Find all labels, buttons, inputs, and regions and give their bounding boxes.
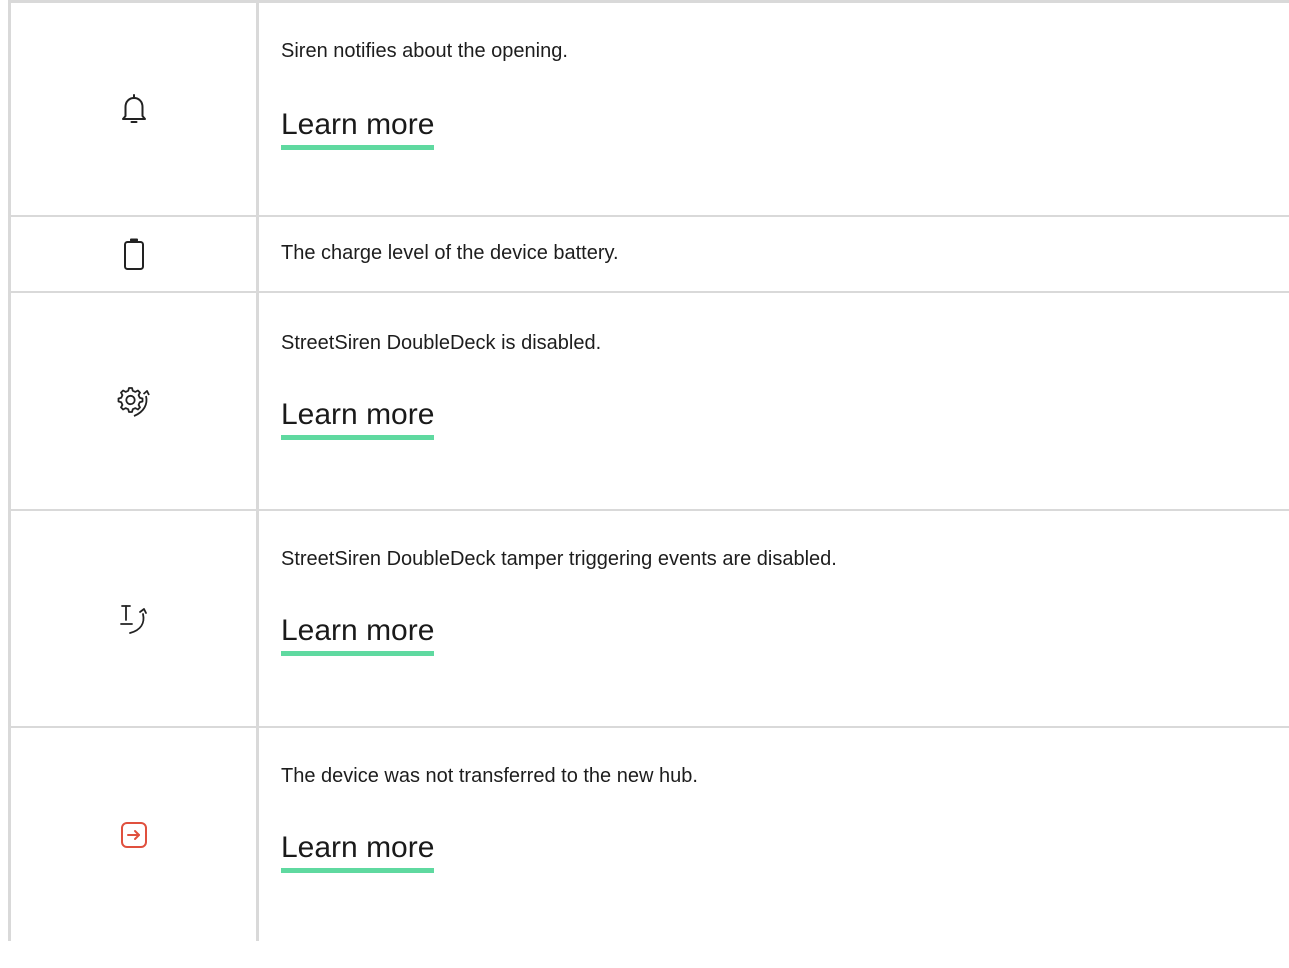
row-description: StreetSiren DoubleDeck tamper triggering… [281, 548, 837, 570]
tamper-disabled-icon [116, 602, 152, 636]
icon-cell [11, 217, 256, 291]
transfer-failed-icon [120, 821, 148, 849]
table-row-battery: The charge level of the device battery. [11, 217, 1289, 293]
learn-more-link[interactable]: Learn more [281, 830, 435, 873]
icon-cell [11, 293, 256, 509]
icon-cell [11, 728, 256, 942]
row-description: The charge level of the device battery. [281, 242, 619, 264]
learn-more-link[interactable]: Learn more [281, 107, 435, 150]
battery-icon [123, 237, 145, 271]
text-cell: The charge level of the device battery. [281, 239, 1288, 267]
table-row-transfer-failed: The device was not transferred to the ne… [11, 728, 1289, 968]
bell-icon [121, 93, 147, 125]
row-description: Siren notifies about the opening. [281, 40, 568, 62]
row-description: StreetSiren DoubleDeck is disabled. [281, 332, 602, 354]
icon-cell [11, 511, 256, 726]
device-disabled-gear-icon [116, 384, 152, 418]
icon-cell [11, 3, 256, 215]
table-row-device-disabled: StreetSiren DoubleDeck is disabled. Lear… [11, 293, 1289, 511]
text-cell: Siren notifies about the opening. Learn … [281, 37, 1288, 150]
status-icons-table: Siren notifies about the opening. Learn … [8, 0, 1289, 941]
table-row-siren-notifies: Siren notifies about the opening. Learn … [11, 3, 1289, 217]
learn-more-link[interactable]: Learn more [281, 613, 435, 656]
text-cell: StreetSiren DoubleDeck tamper triggering… [281, 545, 1288, 656]
text-cell: StreetSiren DoubleDeck is disabled. Lear… [281, 329, 1288, 440]
column-divider [256, 0, 259, 941]
table-row-tamper-disabled: StreetSiren DoubleDeck tamper triggering… [11, 511, 1289, 728]
text-cell: The device was not transferred to the ne… [281, 762, 1288, 873]
row-description: The device was not transferred to the ne… [281, 765, 698, 787]
learn-more-link[interactable]: Learn more [281, 397, 435, 440]
